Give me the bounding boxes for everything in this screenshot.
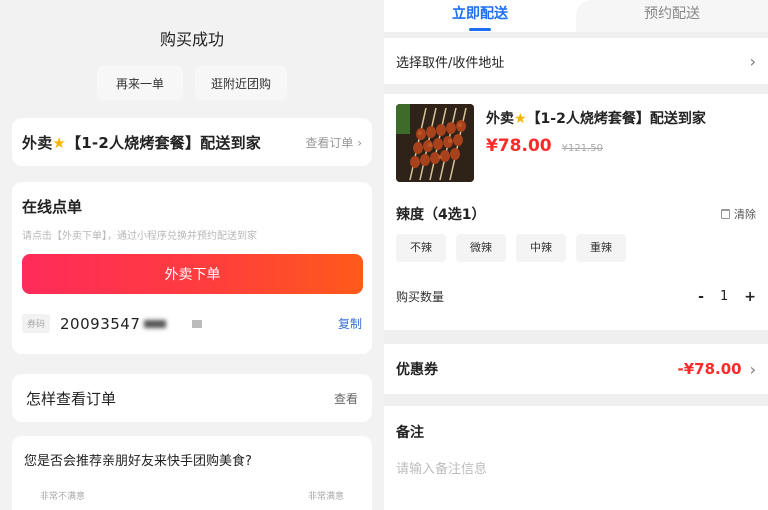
coupon-code-tag: 券码 [22, 314, 51, 333]
clear-spice-button[interactable]: 清除 [721, 206, 756, 222]
decrement-button[interactable]: - [698, 289, 704, 305]
online-order-card: 在线点单 请点击【外卖下单】，通过小程序兑换并预约配送到家 外卖下单 券码 20… [12, 182, 372, 354]
coupon-value: -¥78.00 [677, 360, 742, 378]
spice-header: 辣度（4选1） 清除 [396, 204, 756, 224]
product-image [396, 104, 474, 182]
note-title: 备注 [396, 425, 424, 441]
order-again-button[interactable]: 再来一单 [97, 66, 183, 100]
browse-nearby-button[interactable]: 逛附近团购 [195, 66, 287, 100]
survey-scale: 非常不满意 非常满意 [24, 489, 360, 502]
increment-button[interactable]: + [744, 289, 756, 305]
coupon-label: 优惠券 [396, 362, 438, 378]
star-icon: ★ [514, 111, 527, 127]
redacted-mark-2 [192, 319, 203, 328]
tab-instant-delivery[interactable]: 立即配送 [384, 0, 576, 32]
quantity-stepper: - 1 + [698, 289, 756, 305]
delivery-tabs: 立即配送 预约配送 [384, 0, 768, 32]
coupon-value-group: -¥78.00 › [677, 360, 756, 379]
online-order-title: 在线点单 [22, 198, 83, 216]
survey-scale-high: 非常满意 [307, 492, 344, 502]
quantity-row: 购买数量 - 1 + [396, 288, 756, 305]
coupon-row[interactable]: 优惠券 -¥78.00 › [384, 344, 768, 394]
product-name-suffix: 【1-2人烧烤套餐】配送到家 [526, 111, 706, 127]
product-price: ¥78.00 [486, 136, 552, 156]
coupon-code-value: 20093547 [60, 314, 141, 333]
original-price: ¥121.50 [561, 143, 603, 154]
product-section: 外卖★【1-2人烧烤套餐】配送到家 ¥78.00 ¥121.50 辣度（4选1）… [384, 94, 768, 330]
note-input[interactable]: 请输入备注信息 [396, 458, 756, 477]
redacted-mark [144, 319, 167, 328]
delivery-order-panel: 立即配送 预约配送 选择取件/收件地址 › 外卖★【1-2人烧烤套餐】配送到家 … [384, 0, 768, 510]
purchase-success-panel: 购买成功 再来一单 逛附近团购 外卖★【1-2人烧烤套餐】配送到家 查看订单 ›… [0, 0, 384, 510]
view-order-link[interactable]: 查看订单 › [305, 134, 362, 151]
product-name: 外卖★【1-2人烧烤套餐】配送到家 [486, 108, 706, 128]
copy-code-button[interactable]: 复制 [338, 315, 362, 332]
quantity-label: 购买数量 [396, 290, 445, 304]
star-icon: ★ [52, 133, 67, 152]
product-name-prefix: 外卖 [486, 111, 514, 127]
order-title-prefix: 外卖 [22, 133, 53, 152]
note-section: 备注 请输入备注信息 [384, 406, 768, 510]
clear-label: 清除 [734, 208, 756, 221]
spice-option-mild[interactable]: 微辣 [456, 234, 506, 262]
address-label: 选择取件/收件地址 [396, 55, 505, 71]
tab-scheduled-delivery[interactable]: 预约配送 [576, 0, 768, 32]
product-header: 外卖★【1-2人烧烤套餐】配送到家 ¥78.00 ¥121.50 [396, 104, 756, 182]
quantity-value: 1 [719, 289, 729, 304]
spice-title: 辣度（4选1） [396, 207, 486, 223]
price-row: ¥78.00 ¥121.50 [486, 136, 706, 156]
trash-icon [721, 209, 730, 219]
spice-option-hot[interactable]: 重辣 [576, 234, 626, 262]
survey-card: 您是否会推荐亲朋好友来快手团购美食? 非常不满意 非常满意 [12, 436, 372, 510]
order-title: 外卖★【1-2人烧烤套餐】配送到家 [22, 132, 261, 153]
chevron-right-icon: › [749, 359, 756, 379]
how-to-title: 怎样查看订单 [26, 389, 117, 408]
spice-options: 不辣 微辣 中辣 重辣 [396, 234, 756, 262]
delivery-order-button[interactable]: 外卖下单 [22, 254, 363, 294]
online-order-hint: 请点击【外卖下单】，通过小程序兑换并预约配送到家 [22, 231, 257, 242]
survey-question: 您是否会推荐亲朋好友来快手团购美食? [24, 454, 252, 469]
product-info: 外卖★【1-2人烧烤套餐】配送到家 ¥78.00 ¥121.50 [486, 104, 706, 182]
page-title: 购买成功 [159, 30, 224, 49]
order-summary-card[interactable]: 外卖★【1-2人烧烤套餐】配送到家 查看订单 › [12, 118, 372, 166]
order-title-suffix: 【1-2人烧烤套餐】配送到家 [66, 133, 261, 152]
chevron-right-icon: › [749, 51, 756, 71]
action-button-row: 再来一单 逛附近团购 [0, 66, 384, 100]
survey-scale-low: 非常不满意 [40, 492, 86, 502]
coupon-code-row: 券码 20093547 复制 [22, 314, 362, 333]
spice-option-none[interactable]: 不辣 [396, 234, 446, 262]
how-to-view-order-card[interactable]: 怎样查看订单 查看 [12, 374, 372, 422]
address-selector[interactable]: 选择取件/收件地址 › [384, 38, 768, 84]
spice-option-medium[interactable]: 中辣 [516, 234, 566, 262]
how-to-view-link[interactable]: 查看 [334, 390, 358, 407]
